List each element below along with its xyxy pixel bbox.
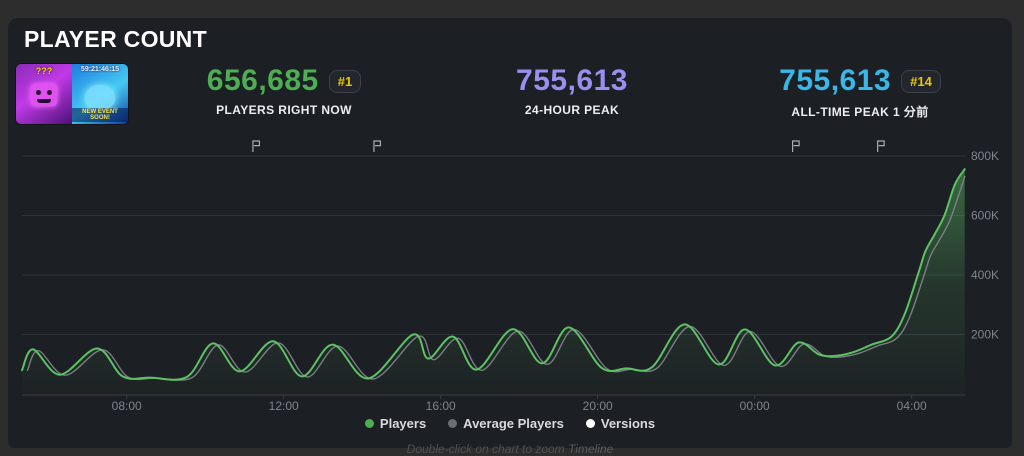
chart-hint: Double-click on chart to zoom Timeline [8, 442, 1012, 456]
legend-dot [586, 419, 595, 428]
legend-label: Versions [601, 416, 655, 431]
legend-dot [448, 419, 457, 428]
x-axis-label: 00:00 [740, 399, 770, 413]
legend-label: Players [380, 416, 426, 431]
current-players-label: PLAYERS RIGHT NOW [216, 103, 352, 117]
y-axis-label: 400K [971, 268, 999, 282]
y-axis-label: 800K [971, 149, 999, 163]
x-axis-label: 20:00 [583, 399, 613, 413]
version-flag-icon[interactable] [793, 141, 800, 152]
x-axis-label: 12:00 [269, 399, 299, 413]
version-flag-icon[interactable] [253, 141, 260, 152]
legend-dot [365, 419, 374, 428]
page-title: PLAYER COUNT [24, 26, 207, 53]
x-axis-label: 04:00 [897, 399, 927, 413]
chart-legend: Players Average Players Versions [8, 416, 1012, 431]
robot-character-art [31, 84, 57, 106]
timeline-link[interactable]: Timeline [568, 442, 613, 456]
stat-all-time-peak: 755,613 #14 ALL-TIME PEAK 1 分前 [716, 62, 1004, 128]
legend-label: Average Players [463, 416, 564, 431]
capsule-left-art: ??? [16, 64, 72, 124]
peak-24h-value: 755,613 [516, 64, 628, 98]
version-flag-icon[interactable] [878, 141, 885, 152]
y-axis-label: 600K [971, 209, 999, 223]
stat-players-right-now: 656,685 #1 PLAYERS RIGHT NOW [140, 62, 428, 128]
x-axis-label: 16:00 [426, 399, 456, 413]
y-axis-label: 200K [971, 328, 999, 342]
legend-item-average-players[interactable]: Average Players [448, 416, 564, 431]
hint-text: Double-click on chart to zoom [407, 442, 565, 456]
current-players-value: 656,685 [207, 64, 319, 98]
legend-item-versions[interactable]: Versions [586, 416, 655, 431]
chart-svg[interactable]: 200K 400K 600K 800K 08:00 12:00 16:00 20:00 00:0… [8, 138, 1012, 415]
capsule-countdown-text: 59:21:46:15 [72, 66, 128, 73]
player-count-chart[interactable]: 200K 400K 600K 800K 08:00 12:00 16:00 20:00 00:0… [8, 138, 1012, 415]
x-axis-label: 08:00 [112, 399, 142, 413]
capsule-mystery-text: ??? [16, 66, 72, 76]
legend-item-players[interactable]: Players [365, 416, 426, 431]
peak-24h-label: 24-HOUR PEAK [525, 103, 619, 117]
capsule-event-caption: NEW EVENT SOON! [72, 108, 128, 122]
players-line [22, 169, 965, 380]
all-time-peak-value: 755,613 [779, 64, 891, 98]
elephant-character-art [85, 85, 115, 109]
version-flag-icon[interactable] [374, 141, 381, 152]
current-rank-badge[interactable]: #1 [329, 70, 361, 93]
stats-row: 656,685 #1 PLAYERS RIGHT NOW 755,613 24-… [140, 62, 1004, 128]
stat-24-hour-peak: 755,613 24-HOUR PEAK [428, 62, 716, 128]
capsule-right-art: 59:21:46:15 NEW EVENT SOON! [72, 64, 128, 124]
game-capsule-image[interactable]: ??? 59:21:46:15 NEW EVENT SOON! [16, 64, 128, 124]
all-time-peak-label: ALL-TIME PEAK 1 分前 [791, 103, 928, 120]
player-count-panel: PLAYER COUNT ??? 59:21:46:15 NEW EVENT S… [8, 18, 1012, 448]
all-time-rank-badge[interactable]: #14 [901, 70, 941, 93]
